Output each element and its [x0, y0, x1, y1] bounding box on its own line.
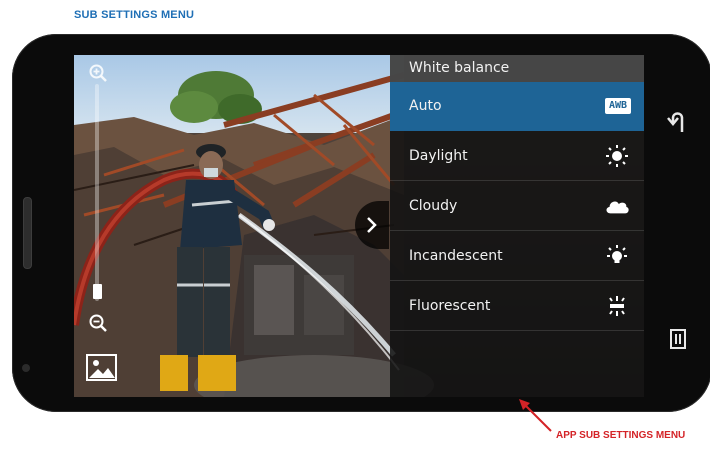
zoom-out-icon[interactable] — [88, 313, 108, 333]
wb-option-label: Cloudy — [409, 198, 458, 214]
zoom-in-icon[interactable] — [88, 63, 108, 83]
zoom-slider-thumb[interactable] — [93, 284, 102, 299]
wb-option-cloudy[interactable]: Cloudy — [390, 182, 644, 231]
back-icon[interactable] — [667, 108, 689, 134]
bulb-icon — [604, 244, 630, 268]
wb-option-incandescent[interactable]: Incandescent — [390, 232, 644, 281]
side-sensor-dot — [22, 364, 30, 372]
wb-option-label: Incandescent — [409, 248, 503, 264]
wb-option-daylight[interactable]: Daylight — [390, 132, 644, 181]
sub-settings-caption: SUB SETTINGS MENU — [74, 9, 195, 21]
camera-screen: White balance Auto AWB Daylight Cloudy I… — [74, 55, 644, 397]
white-balance-panel: White balance Auto AWB Daylight Cloudy I… — [390, 55, 644, 397]
gallery-thumbnail-icon[interactable] — [86, 354, 117, 381]
wb-option-label: Daylight — [409, 148, 468, 164]
awb-icon: AWB — [604, 98, 631, 114]
wb-option-label: Fluorescent — [409, 298, 491, 314]
fluorescent-icon — [604, 294, 630, 318]
wb-option-auto[interactable]: Auto AWB — [390, 82, 644, 131]
wb-option-fluorescent[interactable]: Fluorescent — [390, 282, 644, 331]
chevron-right-icon — [367, 217, 377, 233]
zoom-slider-track[interactable] — [95, 84, 99, 301]
wb-option-label: Auto — [409, 98, 442, 114]
app-sub-settings-caption: APP SUB SETTINGS MENU — [556, 430, 686, 441]
white-balance-title: White balance — [390, 55, 644, 82]
side-speaker-slot — [23, 197, 32, 269]
callout-arrow-icon — [519, 399, 552, 432]
recent-apps-icon[interactable] — [670, 329, 686, 349]
sun-icon — [604, 144, 630, 168]
cloud-icon — [604, 194, 630, 218]
